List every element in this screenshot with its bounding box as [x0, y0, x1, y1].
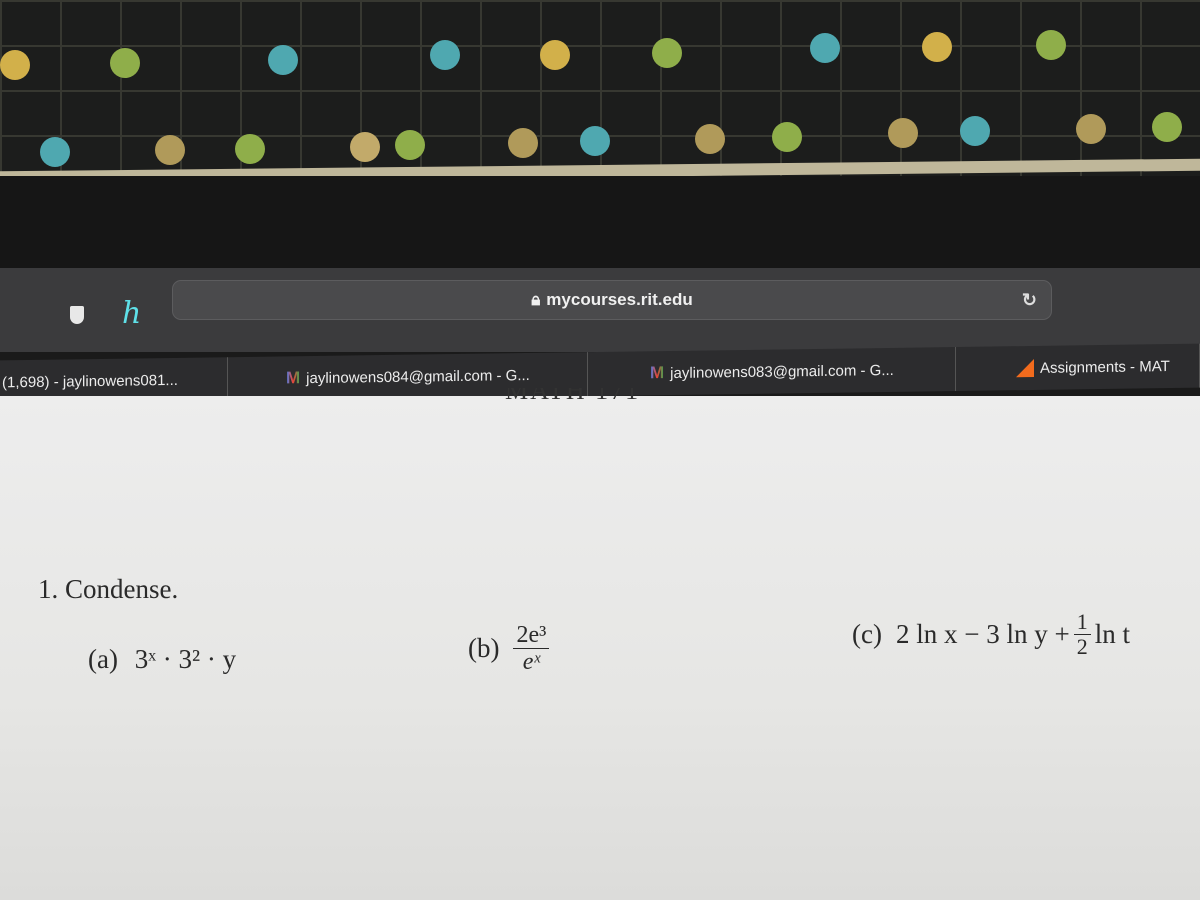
part-a-expression: 3ˣ · 3² · y	[134, 644, 237, 674]
part-a-label: (a)	[88, 644, 118, 674]
part-b-numerator: 2e³	[513, 622, 550, 650]
gmail-icon: M	[650, 363, 665, 383]
reload-icon[interactable]: ↻	[1022, 290, 1037, 311]
triangle-icon	[1016, 358, 1034, 378]
tab-4[interactable]: Assignments - MAT	[956, 343, 1200, 392]
part-c-denominator: 2	[1076, 634, 1088, 660]
tab-label: jaylinowens083@gmail.com - G...	[670, 361, 894, 382]
part-c: (c) 2 ln x − 3 ln y + 1 2 ln t	[852, 609, 1130, 660]
lock-icon: 🔒︎	[531, 290, 541, 309]
gmail-icon: M	[286, 368, 301, 388]
part-b-label: (b)	[468, 633, 500, 664]
part-b: (b) 2e³ eˣ	[468, 622, 553, 676]
privacy-shield-icon[interactable]	[70, 306, 84, 324]
part-a: (a) 3ˣ · 3² · y	[88, 644, 236, 675]
part-c-expression: 2 ln x − 3 ln y +	[895, 619, 1070, 650]
screen-edge	[0, 176, 1200, 276]
address-bar[interactable]: 🔒︎ mycourses.rit.edu ↻	[172, 280, 1052, 320]
extension-h-icon[interactable]: h	[122, 296, 141, 331]
tab-label: (1,698) - jaylinowens081...	[2, 371, 178, 391]
document-page: MATH 171 1. Condense. (a) 3ˣ · 3² · y (b…	[0, 388, 1200, 900]
course-header: MATH 171	[505, 388, 640, 402]
tab-3[interactable]: M jaylinowens083@gmail.com - G...	[588, 347, 956, 397]
tab-label: Assignments - MAT	[1040, 357, 1170, 377]
part-b-denominator: eˣ	[522, 649, 541, 676]
part-c-numerator: 1	[1073, 609, 1091, 636]
tab-label: jaylinowens084@gmail.com - G...	[306, 366, 530, 387]
question-heading: 1. Condense.	[38, 574, 179, 604]
url-text: mycourses.rit.edu	[546, 290, 693, 309]
background-photo	[0, 0, 1200, 180]
part-c-label: (c)	[852, 619, 882, 650]
part-c-expression-end: ln t	[1094, 619, 1130, 650]
